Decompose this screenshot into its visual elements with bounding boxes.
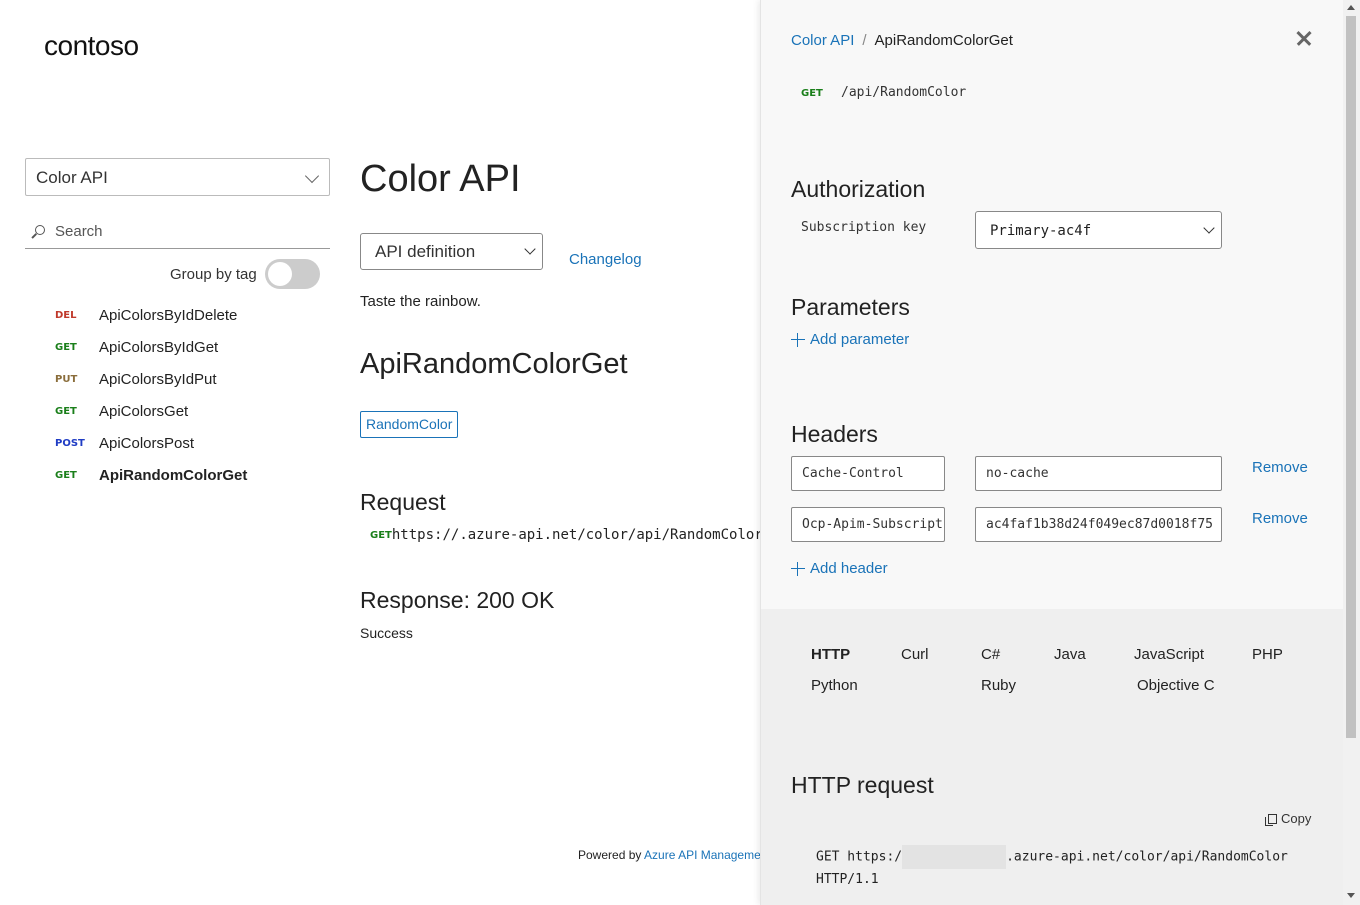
breadcrumb-root[interactable]: Color API [791, 32, 854, 49]
add-header-button[interactable]: Add header [791, 560, 888, 577]
powered-link[interactable]: Azure API Management [644, 848, 771, 862]
response-description: Success [360, 625, 413, 641]
definition-select[interactable]: API definition [360, 233, 543, 270]
breadcrumb-separator: / [862, 32, 867, 49]
request-title: Request [360, 489, 446, 515]
subscription-key-value: Primary-ac4f [990, 223, 1092, 239]
header-name-input[interactable]: Ocp-Apim-Subscription-Key [791, 507, 945, 542]
operation-item[interactable]: GET ApiColorsByIdGet [55, 335, 335, 359]
lang-tab-csharp[interactable]: C# [981, 646, 1000, 663]
subscription-key-label: Subscription key [801, 220, 927, 235]
api-description: Taste the rainbow. [360, 293, 481, 310]
scrollbar-thumb[interactable] [1346, 16, 1356, 738]
lang-tab-python[interactable]: Python [811, 677, 858, 694]
redacted-host [902, 845, 1007, 869]
verb-badge: GET [370, 529, 392, 541]
add-header-label: Add header [810, 560, 888, 577]
group-by-tag-toggle[interactable] [265, 259, 320, 289]
lang-tab-php[interactable]: PHP [1252, 646, 1283, 663]
powered-by: Powered by Azure API Management [578, 848, 771, 862]
breadcrumb-current: ApiRandomColorGet [874, 32, 1013, 49]
operation-path: /api/RandomColor [841, 85, 967, 100]
code-suffix: .azure-api.net/color/api/RandomColor [1006, 849, 1288, 865]
code-prefix: GET https:/ [816, 849, 903, 865]
copy-button[interactable]: Copy [1265, 811, 1312, 826]
group-by-tag-label: Group by tag [170, 266, 257, 283]
url-prefix: https:// [391, 527, 460, 543]
operation-name: ApiColorsByIdGet [99, 338, 219, 356]
add-parameter-label: Add parameter [810, 331, 910, 348]
page-title: Color API [360, 158, 521, 200]
chevron-down-icon [1203, 222, 1215, 234]
search-placeholder: Search [55, 223, 103, 240]
lang-tab-javascript[interactable]: JavaScript [1134, 646, 1204, 663]
api-select-value: Color API [36, 168, 108, 187]
search-icon [35, 225, 45, 235]
operation-name: ApiColorsPost [99, 434, 195, 452]
http-request-code: GET https:/ .azure-api.net/color/api/Rand… [816, 845, 1288, 890]
add-parameter-button[interactable]: Add parameter [791, 331, 909, 348]
scroll-down-icon[interactable] [1347, 893, 1355, 898]
chevron-down-icon [524, 243, 536, 255]
header-name-input[interactable]: Cache-Control [791, 456, 945, 491]
verb-badge: PUT [55, 373, 78, 385]
header-value-input[interactable]: ac4faf1b38d24f049ec87d0018f75 [975, 507, 1222, 542]
operation-item[interactable]: POST ApiColorsPost [55, 431, 335, 455]
operation-item-active[interactable]: GET ApiRandomColorGet [55, 463, 335, 487]
scrollbar[interactable] [1343, 0, 1360, 905]
operation-name: ApiRandomColorGet [99, 466, 248, 484]
close-icon[interactable] [1294, 28, 1314, 48]
header-value-input[interactable]: no-cache [975, 456, 1222, 491]
operation-name: ApiColorsByIdDelete [99, 306, 238, 324]
plus-icon [791, 332, 805, 347]
lang-tab-curl[interactable]: Curl [901, 646, 929, 663]
lang-tab-http[interactable]: HTTP [811, 646, 850, 663]
logo[interactable]: contoso [44, 30, 139, 62]
code-line-2: HTTP/1.1 [816, 872, 879, 887]
copy-icon [1265, 813, 1277, 826]
search-input[interactable]: Search [25, 216, 330, 249]
headers-title: Headers [791, 421, 878, 447]
parameters-title: Parameters [791, 294, 910, 320]
verb-badge: GET [55, 469, 77, 481]
chevron-down-icon [304, 168, 320, 184]
verb-badge: DEL [55, 309, 77, 321]
operation-item[interactable]: PUT ApiColorsByIdPut [55, 367, 335, 391]
operation-name: ApiColorsByIdPut [99, 370, 217, 388]
operation-name: ApiColorsGet [99, 402, 189, 420]
lang-tab-java[interactable]: Java [1054, 646, 1086, 663]
toggle-knob [268, 262, 292, 286]
request-url: GET https://.azure-api.net/color/api/Ran… [370, 526, 760, 544]
scroll-up-icon[interactable] [1347, 5, 1355, 10]
lang-tab-ruby[interactable]: Ruby [981, 677, 1016, 694]
changelog-link[interactable]: Changelog [569, 251, 642, 268]
verb-badge: GET [55, 341, 77, 353]
authorization-title: Authorization [791, 176, 926, 202]
subscription-key-select[interactable]: Primary-ac4f [975, 211, 1222, 249]
response-title: Response: 200 OK [360, 587, 555, 613]
lang-tab-objective-c[interactable]: Objective C [1137, 677, 1215, 694]
try-it-panel: Color API / ApiRandomColorGet GET /api/Ran… [760, 0, 1343, 905]
powered-prefix: Powered by [578, 848, 645, 862]
verb-badge: GET [801, 88, 823, 99]
remove-header-button[interactable]: Remove [1252, 510, 1308, 527]
verb-badge: POST [55, 437, 85, 449]
operation-item[interactable]: GET ApiColorsGet [55, 399, 335, 423]
http-request-title: HTTP request [791, 772, 934, 798]
copy-label: Copy [1281, 811, 1312, 826]
breadcrumb: Color API / ApiRandomColorGet [791, 32, 1013, 49]
tag-chip[interactable]: RandomColor [360, 411, 459, 438]
verb-badge: GET [55, 405, 77, 417]
url-suffix: .azure-api.net/color/api/RandomColor [459, 527, 760, 543]
operation-title: ApiRandomColorGet [360, 348, 628, 380]
plus-icon [791, 561, 805, 576]
api-select[interactable]: Color API [25, 158, 330, 196]
definition-select-value: API definition [375, 242, 476, 261]
remove-header-button[interactable]: Remove [1252, 459, 1308, 476]
operation-item[interactable]: DEL ApiColorsByIdDelete [55, 303, 335, 327]
code-line-1: GET https:/ .azure-api.net/color/api/Rand… [816, 845, 1288, 869]
